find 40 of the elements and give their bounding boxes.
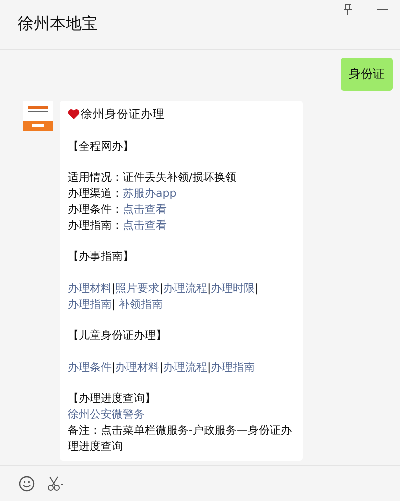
message-text: 适用情况：证件丢失补领/损坏换领 (68, 171, 237, 184)
message-title: 徐州身份证办理 (81, 107, 165, 123)
link[interactable]: 办理材料 (116, 360, 160, 374)
link[interactable]: 办理材料 (68, 282, 112, 295)
link[interactable]: 点击查看 (123, 218, 167, 232)
message-text: 【儿童身份证办理】 (68, 329, 167, 342)
message-text: | (112, 282, 116, 295)
heart-icon (68, 109, 80, 120)
message-text: 备注：点击菜单栏微服务-户政服务—身份证办理进度查询 (68, 424, 292, 453)
message-text: 办理指南： (68, 218, 123, 232)
link[interactable]: 补领指南 (116, 298, 164, 311)
message-text: | (207, 282, 212, 295)
link[interactable]: 点击查看 (123, 202, 167, 216)
message-text: 办理条件： (68, 202, 123, 216)
link[interactable]: 办理指南 (211, 360, 256, 374)
pin-icon[interactable] (343, 4, 353, 16)
link[interactable]: 办理指南 (68, 298, 112, 311)
link[interactable]: 办理时限 (211, 282, 256, 295)
emoji-icon[interactable] (19, 476, 35, 492)
minimize-icon[interactable] (377, 9, 388, 11)
avatar-icon (23, 101, 53, 131)
message-text: 办理渠道： (68, 186, 123, 200)
message-text: | (160, 360, 164, 374)
link[interactable]: 办理流程 (163, 282, 208, 295)
link[interactable]: 办理条件 (68, 360, 112, 374)
link[interactable]: 徐州公安微警务 (68, 408, 145, 422)
window-title: 徐州本地宝 (18, 14, 98, 35)
message-text: 【办事指南】 (68, 250, 134, 264)
message-text: | (207, 360, 212, 374)
sent-message: 身份证 (341, 58, 393, 91)
message-text: 【办理进度查询】 (68, 392, 156, 406)
message-text: 【全程网办】 (68, 140, 134, 153)
link[interactable]: 苏服办app (123, 186, 177, 200)
message-text: | (112, 298, 116, 311)
scissors-icon[interactable] (47, 476, 64, 492)
message-text: | (160, 282, 164, 295)
link[interactable]: 照片要求 (116, 282, 160, 295)
message-text: | (112, 360, 116, 374)
message-text: | (255, 282, 259, 295)
link[interactable]: 办理流程 (163, 360, 208, 374)
